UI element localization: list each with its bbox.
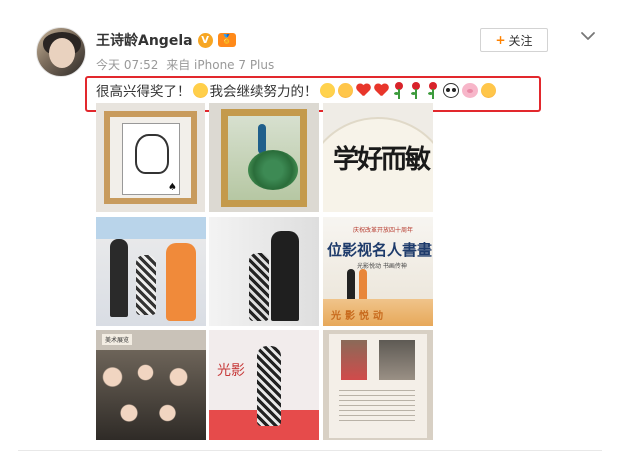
avatar[interactable] — [36, 27, 86, 77]
post-time[interactable]: 今天 07:52 — [96, 58, 158, 72]
person-girl — [136, 255, 156, 315]
calligraphy-text: 学好而敏 — [333, 145, 431, 175]
post-source: 来自 iPhone 7 Plus — [166, 58, 275, 72]
dog-drawing — [135, 134, 169, 174]
photo-thumbnail-girl-with-man[interactable] — [209, 217, 319, 326]
page-photo — [379, 340, 415, 380]
crowd — [96, 350, 206, 440]
person-girl — [257, 346, 281, 426]
spade-icon: ♠ — [168, 182, 177, 193]
peacock-neck — [258, 124, 266, 154]
photo-thumbnail-crowd[interactable]: 美术展览 — [96, 330, 206, 440]
event-banner — [96, 217, 206, 239]
level-icon[interactable]: 🏅 — [217, 33, 236, 47]
vip-v-icon[interactable]: V — [197, 32, 213, 48]
event-board-top: 庆祝改革开放四十周年 — [353, 227, 414, 234]
person-woman — [166, 243, 196, 321]
person-girl — [249, 253, 269, 321]
photo-thumbnail-stage-group[interactable] — [96, 217, 206, 326]
page-text-lines — [339, 390, 415, 424]
picture-frame — [221, 109, 307, 207]
picture-frame: ♠ — [104, 111, 197, 204]
plus-icon: + — [495, 33, 506, 47]
photo-thumbnail-card-painting[interactable]: ♠ — [96, 103, 205, 212]
event-board-title: 位影视名人書畫 — [327, 241, 433, 259]
photo-thumbnail-red-carpet[interactable]: 光影 — [209, 330, 319, 440]
photo-thumbnail-book-page[interactable] — [323, 330, 433, 440]
crowd-sign: 美术展览 — [102, 334, 133, 345]
username-link[interactable]: 王诗龄Angela — [96, 30, 193, 50]
person-man — [271, 231, 299, 321]
event-board-bottom: 光影悦动 — [331, 311, 387, 322]
follow-label: 关注 — [508, 33, 533, 48]
post-meta: 今天 07:52 来自 iPhone 7 Plus — [96, 56, 278, 73]
photo-thumbnail-peacock-painting[interactable] — [209, 103, 319, 212]
wall-text: 光影 — [217, 363, 245, 379]
peacock-tail — [248, 150, 298, 190]
playing-card: ♠ — [122, 123, 180, 195]
follow-button[interactable]: + 关注 — [480, 28, 548, 52]
photo-thumbnail-event-board[interactable]: 庆祝改革开放四十周年 位影视名人書畫 光影悦动 书画传神 光影悦动 — [323, 217, 433, 326]
photo-thumbnail-calligraphy[interactable]: 学好而敏 — [323, 103, 433, 212]
name-row: 王诗龄Angela V 🏅 — [96, 30, 236, 50]
chevron-down-icon[interactable] — [580, 28, 596, 44]
divider — [18, 450, 602, 451]
page-photo — [341, 340, 367, 380]
avatar-face — [49, 38, 75, 68]
person-man — [110, 239, 128, 317]
